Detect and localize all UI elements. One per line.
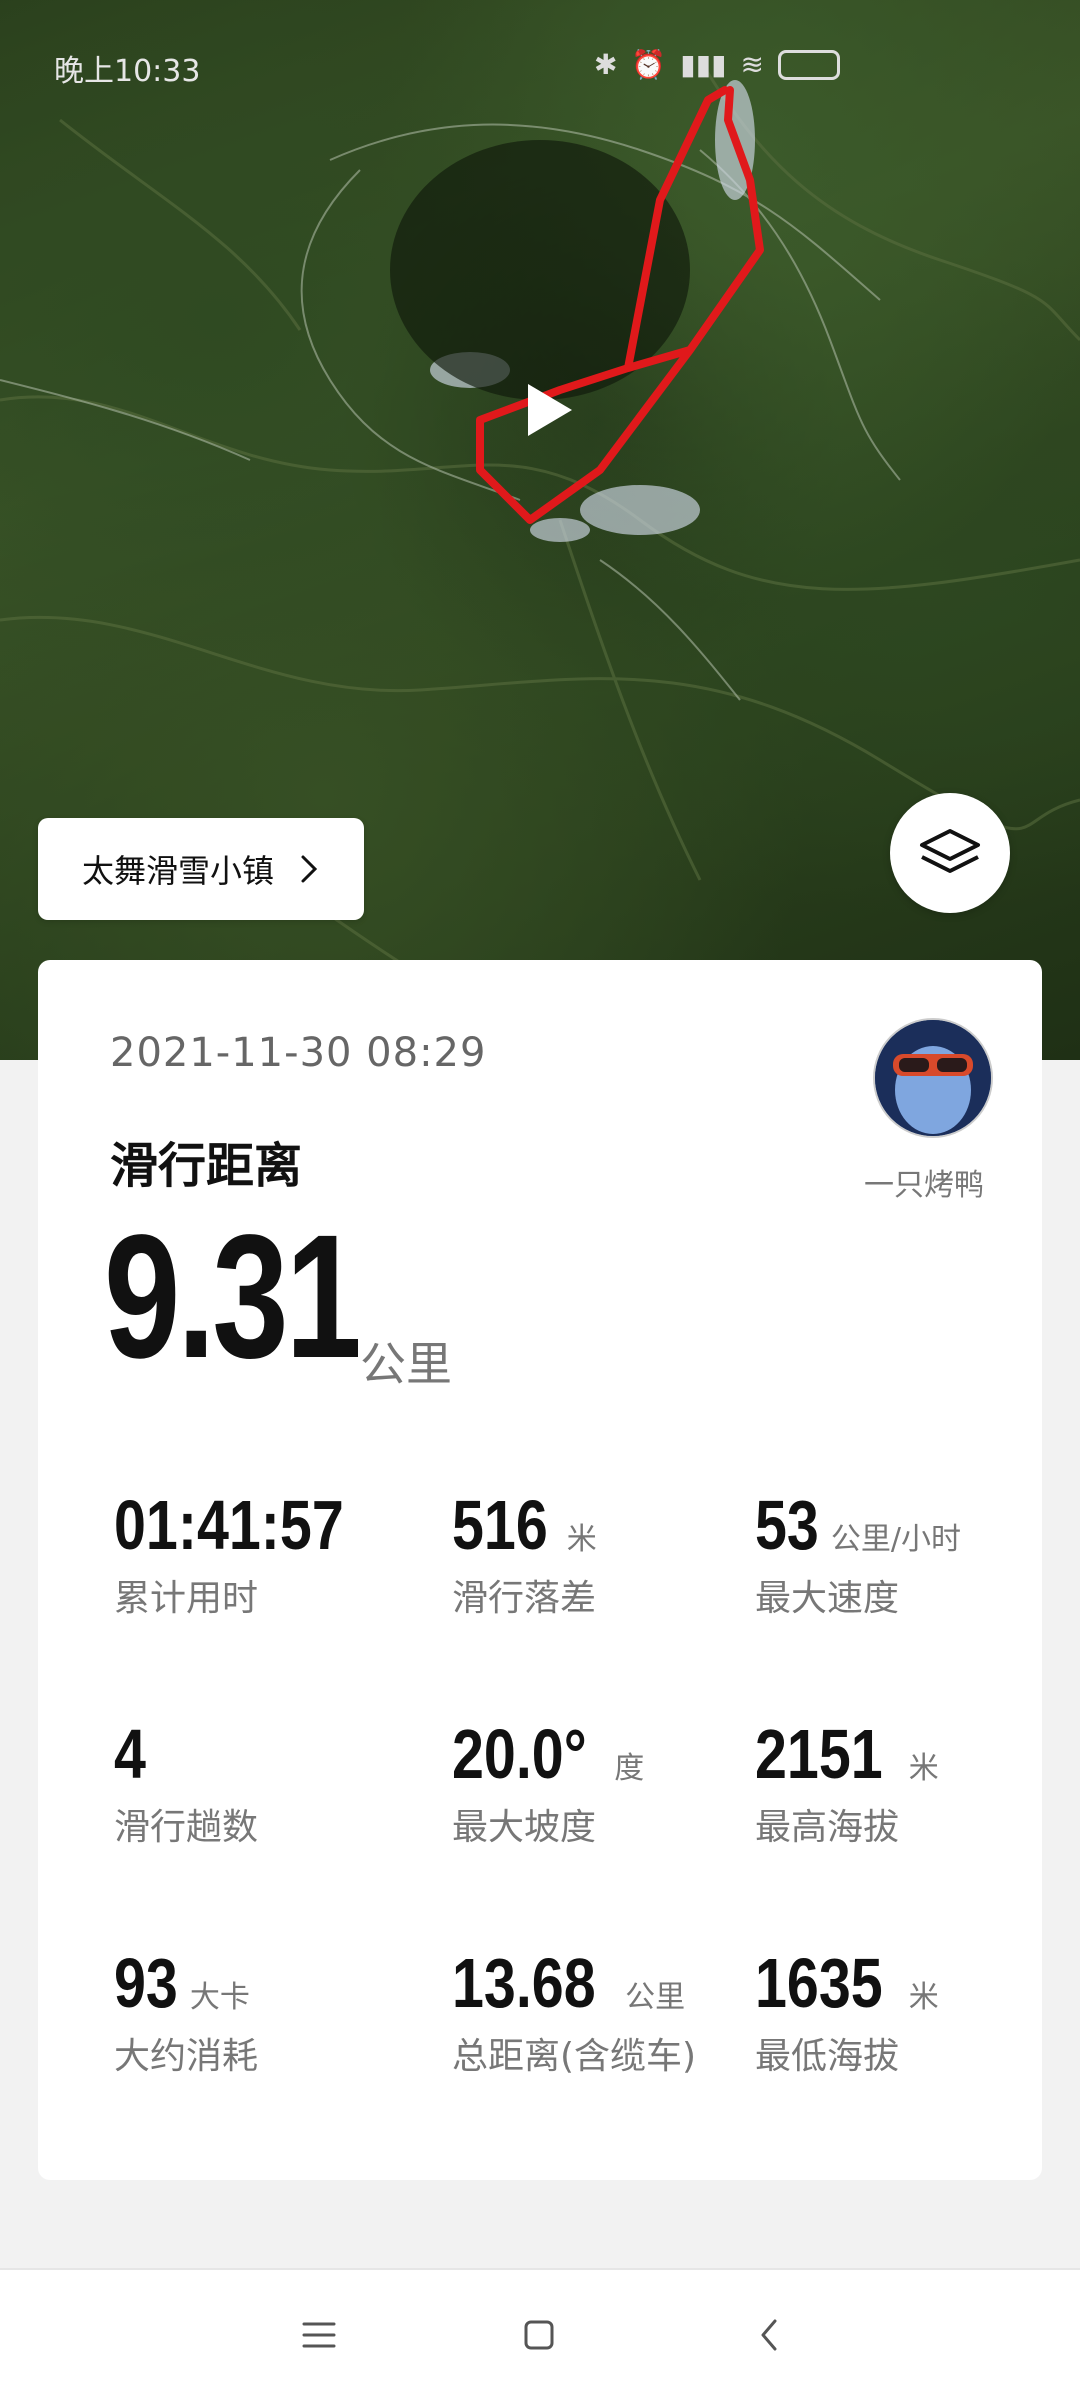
avatar[interactable] [873, 1018, 993, 1138]
stat-label: 滑行趟数 [114, 1807, 259, 1848]
signal-icon: ▮▮▮ [680, 48, 727, 81]
home-button[interactable] [514, 2310, 564, 2360]
stat-value: 1635 [755, 1944, 883, 2022]
ski-summary-card: 2021-11-30 08:29 一只烤鸭 滑行距离 9.31 公里 01:41… [38, 960, 1042, 2180]
stat-min-altitude: 1635 米 最低海拔 [755, 1943, 939, 2079]
wifi-icon: ≋ [740, 48, 764, 81]
stat-value: 13.68 [452, 1944, 596, 2022]
stat-unit: 米 [908, 1751, 939, 1786]
stat-value: 01:41:57 [114, 1486, 344, 1564]
stat-label: 滑行落差 [452, 1578, 597, 1619]
stat-total-distance: 13.68 公里 总距离(含缆车) [452, 1943, 696, 2079]
chevron-right-icon [301, 855, 318, 883]
back-icon [761, 2319, 777, 2351]
stat-value: 20.0° [452, 1715, 587, 1793]
distance-value: 9.31 [104, 1199, 362, 1395]
stat-label: 最大速度 [755, 1578, 900, 1619]
stat-label: 最高海拔 [755, 1807, 900, 1848]
status-bar: 晚上10:33 ✱ ⏰ ▮▮▮ ≋ [0, 30, 1080, 100]
stat-calories: 93 大卡 大约消耗 [114, 1943, 258, 2079]
stat-total-time: 01:41:57 累计用时 [114, 1485, 392, 1621]
home-icon [524, 2320, 554, 2350]
stat-value: 4 [114, 1715, 146, 1793]
username: 一只烤鸭 [864, 1168, 984, 1203]
stat-value: 53 [755, 1486, 819, 1564]
stat-label: 最低海拔 [755, 2036, 900, 2077]
stat-value: 516 [452, 1486, 548, 1564]
stat-max-speed: 53 公里/小时 最大速度 [755, 1485, 961, 1621]
menu-icon [302, 2322, 336, 2348]
location-label: 太舞滑雪小镇 [82, 852, 275, 890]
distance-unit: 公里 [360, 1337, 452, 1391]
stat-unit: 公里/小时 [830, 1522, 961, 1557]
location-chip[interactable]: 太舞滑雪小镇 [38, 818, 364, 920]
session-date: 2021-11-30 08:29 [110, 1030, 487, 1076]
stat-run-count: 4 滑行趟数 [114, 1714, 258, 1850]
stat-label: 总距离(含缆车) [452, 2036, 697, 2077]
play-route-button[interactable] [520, 380, 580, 440]
avatar-image [875, 1020, 991, 1136]
map-layers-button[interactable] [890, 793, 1010, 913]
stat-label: 大约消耗 [114, 2036, 259, 2077]
metric-title: 滑行距离 [110, 1138, 303, 1194]
stat-max-slope: 20.0° 度 最大坡度 [452, 1714, 644, 1850]
menu-button[interactable] [294, 2310, 344, 2360]
system-nav-bar [0, 2270, 1080, 2400]
stat-unit: 度 [614, 1751, 645, 1786]
stat-label: 累计用时 [114, 1578, 259, 1619]
layers-icon [920, 829, 980, 873]
stat-vertical-drop: 516 米 滑行落差 [452, 1485, 597, 1621]
stat-label: 最大坡度 [452, 1807, 597, 1848]
bluetooth-icon: ✱ [593, 48, 618, 81]
back-button[interactable] [744, 2310, 794, 2360]
stat-unit: 公里 [625, 1980, 686, 2015]
stat-value: 2151 [755, 1715, 883, 1793]
stat-unit: 大卡 [189, 1980, 250, 2015]
map-view[interactable]: 晚上10:33 ✱ ⏰ ▮▮▮ ≋ 太舞滑雪小镇 [0, 0, 1080, 1060]
status-time: 晚上10:33 [54, 54, 201, 89]
battery-icon [778, 49, 840, 80]
stat-max-altitude: 2151 米 最高海拔 [755, 1714, 939, 1850]
stat-unit: 米 [908, 1980, 939, 2015]
stat-unit: 米 [566, 1522, 597, 1557]
stat-value: 93 [114, 1944, 178, 2022]
alarm-icon: ⏰ [631, 48, 667, 81]
